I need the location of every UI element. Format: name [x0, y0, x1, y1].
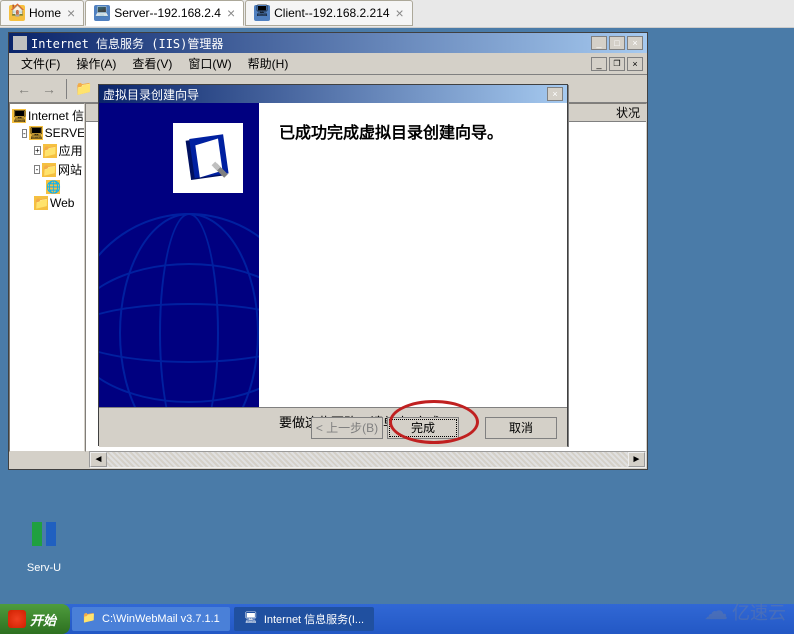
tab-client[interactable]: Client--192.168.2.214 ×	[245, 0, 413, 26]
taskbar-item-label: C:\WinWebMail v3.7.1.1	[102, 613, 220, 625]
close-icon[interactable]: ×	[227, 5, 235, 21]
finish-button[interactable]: 完成	[387, 417, 459, 439]
mdi-controls: _ ❐ ×	[591, 57, 643, 71]
taskbar-item-label: Internet 信息服务(I...	[264, 611, 364, 627]
book-icon	[181, 131, 235, 185]
iis-root-icon: 🖥	[12, 109, 26, 123]
close-icon[interactable]: ×	[396, 5, 404, 21]
collapse-icon[interactable]: -	[22, 129, 27, 138]
tree-web[interactable]: 📁 Web	[10, 195, 84, 211]
computer-icon: 🖥	[29, 126, 43, 140]
window-controls: _ □ ×	[591, 36, 643, 50]
folder-icon: 📁	[43, 144, 57, 158]
menu-action[interactable]: 操作(A)	[68, 53, 124, 74]
tree-pane[interactable]: 🖥 Internet 信 - 🖥 SERVER + 📁 应用 - 📁 网站 🌐	[9, 103, 85, 452]
desktop-icon-label: Serv-U	[20, 562, 68, 574]
wizard-body: 已成功完成虚拟目录创建向导。 要做这些更改，请单击"完成"。	[99, 103, 567, 407]
menu-view[interactable]: 查看(V)	[124, 53, 180, 74]
globe-pattern	[99, 203, 259, 407]
collapse-icon[interactable]: -	[34, 165, 40, 174]
minimize-button[interactable]: _	[591, 36, 607, 50]
close-button[interactable]: ×	[627, 36, 643, 50]
tree-site-item[interactable]: 🌐	[10, 179, 84, 195]
tree-label: 网站	[58, 161, 82, 178]
tree-server[interactable]: - 🖥 SERVER	[10, 125, 84, 141]
tab-home[interactable]: Home ×	[0, 0, 84, 26]
folder-icon: 📁	[34, 196, 48, 210]
expand-icon[interactable]: +	[34, 146, 41, 155]
wizard-dialog: 虚拟目录创建向导 × 已成功完成虚拟目录创建向	[98, 84, 568, 446]
tab-server[interactable]: Server--192.168.2.4 ×	[85, 0, 244, 26]
toolbar-separator	[66, 79, 67, 99]
wizard-title-bar[interactable]: 虚拟目录创建向导 ×	[99, 85, 567, 103]
mdi-restore-button[interactable]: ❐	[609, 57, 625, 71]
maximize-button[interactable]: □	[609, 36, 625, 50]
taskbar-item-iis[interactable]: 🖥 Internet 信息服务(I...	[234, 607, 374, 631]
tree-label: Internet 信	[28, 107, 84, 124]
start-button[interactable]: 开始	[0, 604, 70, 634]
home-icon	[9, 5, 25, 21]
wizard-content: 已成功完成虚拟目录创建向导。	[259, 103, 567, 407]
app-icon	[13, 36, 27, 50]
up-button[interactable]: 📁	[73, 78, 95, 100]
back-button: < 上一步(B)	[311, 417, 383, 439]
wizard-icon	[173, 123, 243, 193]
desktop-icon-servu[interactable]: Serv-U	[20, 510, 68, 574]
tab-label: Client--192.168.2.214	[274, 6, 389, 20]
servu-icon	[20, 510, 68, 558]
menu-file[interactable]: 文件(F)	[13, 53, 68, 74]
wizard-banner	[99, 103, 259, 407]
tree-root[interactable]: 🖥 Internet 信	[10, 106, 84, 125]
start-label: 开始	[30, 610, 56, 629]
client-icon	[254, 5, 270, 21]
folder-icon: 📁	[82, 611, 98, 627]
mdi-close-button[interactable]: ×	[627, 57, 643, 71]
folder-icon: 📁	[42, 163, 56, 177]
window-title: Internet 信息服务 (IIS)管理器	[31, 35, 591, 52]
wizard-title: 虚拟目录创建向导	[103, 86, 547, 103]
menu-help[interactable]: 帮助(H)	[240, 53, 297, 74]
scroll-right-button[interactable]: ►	[628, 452, 645, 467]
tab-label: Server--192.168.2.4	[114, 6, 221, 20]
cancel-button[interactable]: 取消	[485, 417, 557, 439]
mdi-minimize-button[interactable]: _	[591, 57, 607, 71]
globe-icon: 🌐	[46, 180, 60, 194]
back-button: ←	[13, 78, 35, 100]
scroll-track[interactable]	[107, 452, 628, 467]
server-icon	[94, 5, 110, 21]
taskbar-item-winwebmail[interactable]: 📁 C:\WinWebMail v3.7.1.1	[72, 607, 230, 631]
tree-label: SERVER	[45, 126, 85, 140]
wizard-heading: 已成功完成虚拟目录创建向导。	[279, 119, 547, 143]
tab-label: Home	[29, 6, 61, 20]
wizard-close-button[interactable]: ×	[547, 87, 563, 101]
menu-window[interactable]: 窗口(W)	[180, 53, 239, 74]
windows-icon	[8, 610, 26, 628]
close-icon[interactable]: ×	[67, 5, 75, 21]
tree-apppool[interactable]: + 📁 应用	[10, 141, 84, 160]
menu-bar: 文件(F) 操作(A) 查看(V) 窗口(W) 帮助(H) _ ❐ ×	[9, 53, 647, 75]
iis-icon: 🖥	[244, 611, 260, 627]
tree-label: Web	[50, 196, 74, 210]
forward-button: →	[38, 78, 60, 100]
horizontal-scrollbar[interactable]: ◄ ►	[89, 451, 646, 468]
taskbar: 开始 📁 C:\WinWebMail v3.7.1.1 🖥 Internet 信…	[0, 604, 794, 634]
title-bar[interactable]: Internet 信息服务 (IIS)管理器 _ □ ×	[9, 33, 647, 53]
tree-website[interactable]: - 📁 网站	[10, 160, 84, 179]
browser-tab-bar: Home × Server--192.168.2.4 × Client--192…	[0, 0, 794, 28]
scroll-left-button[interactable]: ◄	[90, 452, 107, 467]
tree-label: 应用	[59, 142, 83, 159]
